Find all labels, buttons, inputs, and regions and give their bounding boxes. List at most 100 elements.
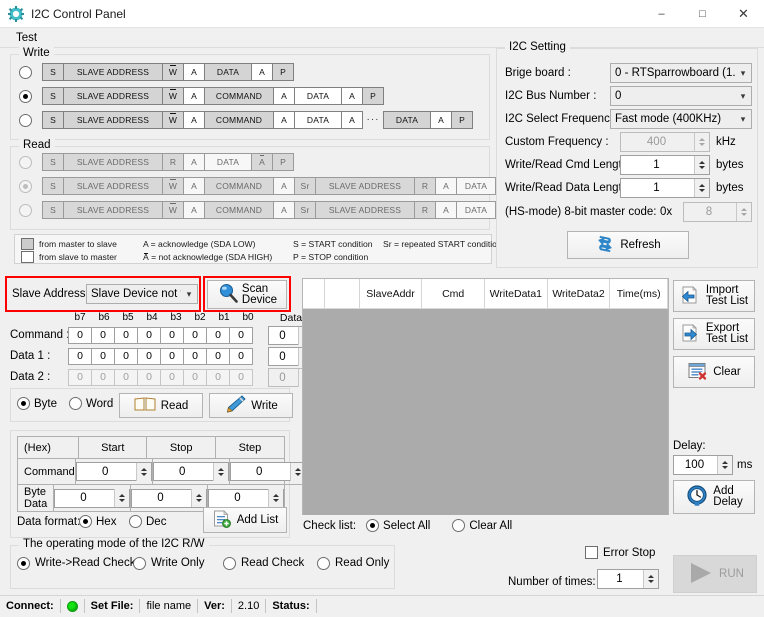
set-file-label[interactable]: Set File: [85,596,140,617]
hex-value-input[interactable]: 0 [229,462,306,481]
protocol-row-radio[interactable] [19,65,32,79]
test-list-table[interactable]: Slave Addr Cmd Write Data1 Write Data2 Time (ms) [302,278,669,515]
protocol-row[interactable]: S SLAVE ADDRESS R A DATA A P [19,153,294,171]
bit-row[interactable]: 00000000 [68,369,253,386]
protocol-row[interactable]: S SLAVE ADDRESS W A COMMAND A DATA A ··· DATA A P [19,111,473,129]
hex-stepper[interactable] [268,489,283,507]
protocol-row[interactable]: S SLAVE ADDRESS W A COMMAND A DATA A P [19,87,384,105]
bit-toggle[interactable]: 0 [183,327,207,344]
bit-toggle[interactable]: 0 [206,369,230,386]
bus-number-select[interactable]: 0 ▾ [610,86,752,106]
bit-toggle[interactable]: 0 [91,369,115,386]
menu-item-test[interactable]: Test [10,31,43,45]
bit-toggle[interactable]: 0 [91,348,115,365]
bit-toggle[interactable]: 0 [160,327,184,344]
bit-toggle[interactable]: 0 [114,348,138,365]
test-list-column-header[interactable]: Cmd [422,279,486,308]
refresh-button[interactable]: Refresh [567,231,689,259]
hex-radio[interactable]: Hex [79,515,116,528]
clear-button[interactable]: Clear [673,356,755,388]
error-stop-checkbox[interactable]: Error Stop [585,546,655,559]
hex-value-input[interactable]: 0 [131,488,207,508]
bit-toggle[interactable]: 0 [114,327,138,344]
import-test-list-button[interactable]: Import Test List [673,280,755,312]
bit-row[interactable]: 00000000 [68,348,253,365]
operating-mode-radio[interactable]: Write->Read Check [17,556,135,570]
operating-mode-radio[interactable]: Read Check [223,556,304,570]
number-of-times-stepper[interactable] [643,570,658,588]
test-list-column-header[interactable] [325,279,360,308]
select-all-radio[interactable]: Select All [366,519,430,532]
custom-frequency-stepper[interactable] [694,133,709,151]
bit-toggle[interactable]: 0 [137,348,161,365]
read-button[interactable]: Read [119,393,203,418]
bit-toggle[interactable]: 0 [206,327,230,344]
write-button[interactable]: Write [209,393,293,418]
protocol-row-radio[interactable] [19,203,32,217]
add-delay-button[interactable]: Add Delay [673,480,755,514]
bit-toggle[interactable]: 0 [137,327,161,344]
hex-stepper[interactable] [135,462,151,481]
dec-radio[interactable]: Dec [129,515,166,528]
test-list-column-header[interactable]: Time (ms) [610,279,669,308]
master-code-input[interactable]: 8 [683,202,752,222]
hex-stepper[interactable] [191,489,206,507]
protocol-row[interactable]: S SLAVE ADDRESS W A COMMAND A Sr SLAVE ADDRESS R… [19,177,538,195]
protocol-row-radio[interactable] [19,155,32,169]
export-test-list-button[interactable]: Export Test List [673,318,755,350]
bridge-board-select[interactable]: 0 - RTSparrowboard (1.3.2 ▾ [610,63,752,83]
protocol-row-radio[interactable] [19,179,32,193]
word-radio[interactable]: Word [69,397,113,410]
protocol-row-radio[interactable] [19,89,32,103]
protocol-row[interactable]: S SLAVE ADDRESS W A DATA A P [19,63,294,81]
hex-value-input[interactable]: 0 [208,488,284,508]
custom-frequency-input[interactable]: 400 [620,132,710,152]
bit-toggle[interactable]: 0 [229,348,253,365]
bit-toggle[interactable]: 0 [160,369,184,386]
test-list-column-header[interactable]: Write Data2 [548,279,611,308]
bit-toggle[interactable]: 0 [160,348,184,365]
operating-mode-radio[interactable]: Write Only [133,556,204,570]
test-list-column-header[interactable] [303,279,325,308]
bit-toggle[interactable]: 0 [183,348,207,365]
hex-value-input[interactable]: 0 [54,488,130,508]
scan-device-button[interactable]: Scan Device [207,280,287,309]
bit-toggle[interactable]: 0 [68,327,92,344]
test-list-column-header[interactable]: Write Data1 [485,279,548,308]
bit-toggle[interactable]: 0 [137,369,161,386]
protocol-row-radio[interactable] [19,113,32,127]
operating-mode-radio[interactable]: Read Only [317,556,389,570]
test-list-column-header[interactable]: Slave Addr [360,279,423,308]
cmd-length-input[interactable]: 1 [620,155,710,175]
hex-stepper[interactable] [212,462,228,481]
close-button[interactable]: ✕ [723,0,764,28]
bit-toggle[interactable]: 0 [68,348,92,365]
select-frequency-select[interactable]: Fast mode (400KHz) ▾ [610,109,752,129]
hex-value-input[interactable]: 0 [152,462,229,481]
hex-value-input[interactable]: 0 [75,462,152,481]
clear-all-radio[interactable]: Clear All [452,519,512,532]
cmd-length-stepper[interactable] [694,156,709,174]
byte-radio[interactable]: Byte [17,397,57,410]
slave-address-select[interactable]: Slave Device not four ▾ [86,284,198,304]
data-length-stepper[interactable] [694,179,709,197]
bit-toggle[interactable]: 0 [91,327,115,344]
bit-toggle[interactable]: 0 [68,369,92,386]
run-button[interactable]: RUN [673,555,757,593]
bit-toggle[interactable]: 0 [183,369,207,386]
master-code-stepper[interactable] [736,203,751,221]
test-list-body[interactable] [303,309,668,515]
minimize-button[interactable]: – [641,0,682,28]
delay-stepper[interactable] [717,456,732,474]
maximize-button[interactable]: □ [682,0,723,28]
bit-toggle[interactable]: 0 [206,348,230,365]
bit-row[interactable]: 00000000 [68,327,253,344]
add-list-button[interactable]: Add List [203,507,287,533]
number-of-times-input[interactable]: 1 [597,569,659,589]
bit-toggle[interactable]: 0 [229,369,253,386]
bit-toggle[interactable]: 0 [229,327,253,344]
hex-stepper[interactable] [114,489,129,507]
bit-toggle[interactable]: 0 [114,369,138,386]
data-length-input[interactable]: 1 [620,178,710,198]
delay-input[interactable]: 100 [673,455,733,475]
